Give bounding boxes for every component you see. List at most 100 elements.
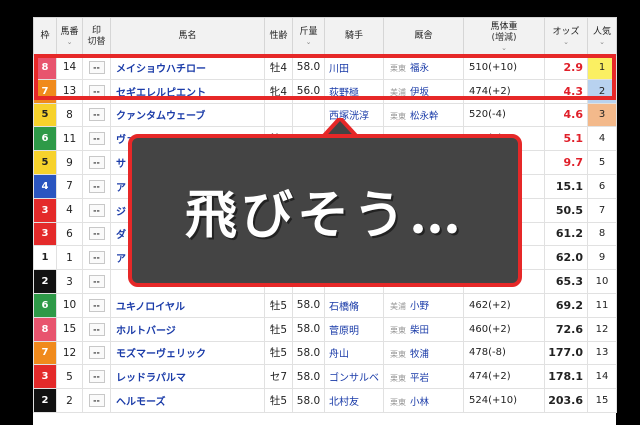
horse-name-link[interactable]: ヘルモーズ	[110, 388, 265, 413]
mark-cell[interactable]: --	[82, 245, 111, 271]
popularity-cell: 5	[587, 150, 617, 175]
mark-cell[interactable]: --	[82, 197, 111, 223]
horse-name-link[interactable]: セギエレルピエント	[110, 78, 265, 104]
mark-selector[interactable]: --	[88, 251, 105, 265]
mark-cell[interactable]: --	[82, 150, 111, 175]
odds-cell: 178.1	[544, 364, 588, 390]
trainer-link[interactable]: 牧浦	[410, 349, 429, 360]
odds-cell: 4.3	[544, 78, 588, 104]
header-horse-name: 馬名	[110, 17, 265, 56]
trainer-link[interactable]: 小林	[410, 397, 429, 408]
jockey-link[interactable]: 石橋脩	[324, 292, 384, 318]
mark-selector[interactable]: --	[88, 227, 105, 241]
waku-cell: 7	[33, 78, 57, 104]
header-mark[interactable]: 印切替	[82, 17, 111, 56]
horse-number: 15	[56, 316, 83, 342]
mark-toggle-button[interactable]: 切替	[83, 37, 110, 48]
mark-cell[interactable]: --	[82, 126, 111, 152]
mark-cell[interactable]: --	[82, 364, 111, 390]
mark-cell[interactable]: --	[82, 102, 111, 128]
mark-cell[interactable]: --	[82, 173, 111, 199]
mark-cell[interactable]: --	[82, 269, 111, 294]
kinryo-cell: 58.0	[292, 316, 325, 342]
mark-selector[interactable]: --	[88, 322, 105, 336]
speech-callout: 飛びそう…	[128, 134, 522, 287]
header-umaban[interactable]: 馬番 ⌄	[56, 17, 83, 56]
header-weight[interactable]: 馬体重 (増減) ⌄	[463, 17, 545, 56]
popularity-cell: 10	[587, 269, 617, 294]
mark-selector[interactable]: --	[88, 298, 105, 312]
jockey-link[interactable]: 北村友	[324, 388, 384, 413]
stable-region: 栗東	[390, 111, 406, 121]
jockey-link[interactable]: 荻野極	[324, 78, 384, 104]
stable-cell[interactable]: 美浦 伊坂	[383, 78, 464, 104]
horse-name-link[interactable]: ユキノロイヤル	[110, 292, 265, 318]
horse-name-link[interactable]: モズマーヴェリック	[110, 340, 265, 366]
horse-name-link[interactable]: レッドラパルマ	[110, 364, 265, 390]
waku-cell: 6	[33, 292, 57, 318]
mark-selector[interactable]: --	[88, 370, 105, 384]
kinryo-cell: 56.0	[292, 78, 325, 104]
mark-selector[interactable]: --	[88, 394, 105, 408]
odds-cell: 9.7	[544, 150, 588, 175]
trainer-link[interactable]: 福永	[410, 63, 429, 74]
stable-cell[interactable]: 栗東 松永幹	[383, 102, 464, 128]
mark-selector[interactable]: --	[88, 275, 105, 289]
odds-cell: 61.2	[544, 221, 588, 247]
mark-selector[interactable]: --	[88, 346, 105, 360]
mark-selector[interactable]: --	[88, 84, 105, 98]
mark-cell[interactable]: --	[82, 221, 111, 247]
table-row: 3 5 -- レッドラパルマ セ7 58.0 ゴンサルベ 栗東 平岩 474(+2) 178.1 14	[33, 364, 617, 390]
mark-cell[interactable]: --	[82, 340, 111, 366]
mark-selector[interactable]: --	[88, 179, 105, 193]
sort-icon[interactable]: ⌄	[588, 38, 616, 46]
stable-cell[interactable]: 栗東 平岩	[383, 364, 464, 390]
stable-region: 栗東	[390, 397, 406, 407]
mark-cell[interactable]: --	[82, 388, 111, 413]
stable-region: 美浦	[390, 88, 406, 98]
table-row: 7 12 -- モズマーヴェリック 牡5 58.0 舟山 栗東 牧浦 478(-8) 177.0 13	[33, 340, 617, 366]
sort-icon[interactable]: ⌄	[464, 44, 544, 52]
jockey-link[interactable]: ゴンサルベ	[324, 364, 384, 390]
mark-selector[interactable]: --	[88, 108, 105, 122]
trainer-link[interactable]: 平岩	[410, 373, 429, 384]
horse-name-link[interactable]: クァンタムウェーブ	[110, 102, 265, 128]
horse-weight: 524(+10)	[463, 388, 545, 413]
odds-cell: 65.3	[544, 269, 588, 294]
popularity-cell: 6	[587, 173, 617, 199]
horse-name-link[interactable]: メイショウハチロー	[110, 55, 265, 80]
mark-selector[interactable]: --	[88, 203, 105, 217]
mark-cell[interactable]: --	[82, 55, 111, 80]
stable-cell[interactable]: 栗東 福永	[383, 55, 464, 80]
popularity-cell: 3	[587, 102, 617, 128]
stable-cell[interactable]: 美浦 小野	[383, 292, 464, 318]
mark-selector[interactable]: --	[88, 60, 105, 74]
sort-icon[interactable]: ⌄	[57, 38, 82, 46]
jockey-link[interactable]: 菅原明	[324, 316, 384, 342]
trainer-link[interactable]: 伊坂	[410, 87, 429, 98]
header-odds[interactable]: オッズ ⌄	[544, 17, 588, 56]
stable-cell[interactable]: 栗東 小林	[383, 388, 464, 413]
trainer-link[interactable]: 柴田	[410, 325, 429, 336]
table-row: 7 13 -- セギエレルピエント 牝4 56.0 荻野極 美浦 伊坂 474(+2) 4.3 2	[33, 78, 617, 104]
trainer-link[interactable]: 松永幹	[410, 111, 439, 122]
horse-name-link[interactable]: ホルトバージ	[110, 316, 265, 342]
jockey-link[interactable]: 川田	[324, 55, 384, 80]
table-row: 2 2 -- ヘルモーズ 牡5 58.0 北村友 栗東 小林 524(+10) 203.6 15	[33, 388, 617, 413]
mark-selector[interactable]: --	[88, 132, 105, 146]
mark-selector[interactable]: --	[88, 156, 105, 170]
header-popularity[interactable]: 人気 ⌄	[587, 17, 617, 56]
mark-cell[interactable]: --	[82, 316, 111, 342]
jockey-link[interactable]: 舟山	[324, 340, 384, 366]
kinryo-cell: 58.0	[292, 292, 325, 318]
mark-cell[interactable]: --	[82, 292, 111, 318]
stable-cell[interactable]: 栗東 柴田	[383, 316, 464, 342]
trainer-link[interactable]: 小野	[410, 301, 429, 312]
mark-cell[interactable]: --	[82, 78, 111, 104]
sort-icon[interactable]: ⌄	[293, 38, 324, 46]
popularity-cell: 2	[587, 78, 617, 104]
sort-icon[interactable]: ⌄	[545, 38, 587, 46]
stable-cell[interactable]: 栗東 牧浦	[383, 340, 464, 366]
horse-number: 11	[56, 126, 83, 152]
header-kinryo[interactable]: 斤量 ⌄	[292, 17, 325, 56]
